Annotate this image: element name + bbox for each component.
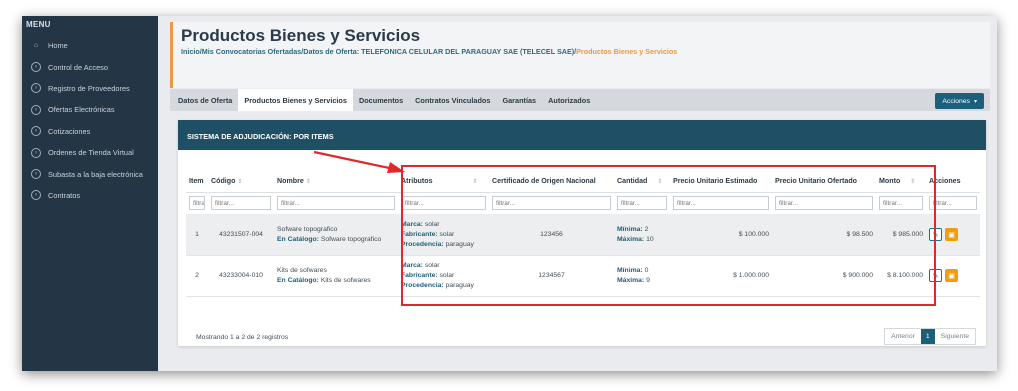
sidebar-item-label: Registro de Proveedores <box>48 83 130 93</box>
filter-item-input[interactable] <box>189 196 205 210</box>
tab-garantias[interactable]: Garantías <box>496 89 542 111</box>
sidebar-item-contratos[interactable]: › Contratos <box>22 185 158 206</box>
menu-label: MENU <box>26 20 51 29</box>
trash-icon: ▣ <box>948 231 955 239</box>
breadcrumb-inicio[interactable]: Inicio <box>181 47 200 56</box>
col-codigo[interactable]: Código ⇕ <box>208 170 274 193</box>
sidebar-item-label: Contratos <box>48 190 81 200</box>
cell-item: 2 <box>186 255 208 297</box>
page-title: Productos Bienes y Servicios <box>181 26 421 45</box>
sidebar-nav: ⌂ Home › Control de Acceso › Registro de… <box>22 35 158 206</box>
sidebar-item-label: Subasta a la baja electrónica <box>48 169 143 179</box>
sidebar-item-ofertas-electronicas[interactable]: › Ofertas Electrónicas <box>22 99 158 120</box>
pagination: Anterior 1 Siguiente <box>884 328 976 345</box>
sidebar-item-label: Home <box>48 41 68 51</box>
acciones-button[interactable]: Acciones ▾ <box>935 93 984 109</box>
tab-autorizados[interactable]: Autorizados <box>542 89 596 111</box>
home-icon: ⌂ <box>33 42 39 50</box>
trash-icon: ▣ <box>948 272 955 280</box>
page-header: Productos Bienes y Servicios Inicio/Mis … <box>170 22 990 88</box>
sidebar-item-cotizaciones[interactable]: › Cotizaciones <box>22 121 158 142</box>
panel-title: SISTEMA DE ADJUDICACIÓN: POR ITEMS <box>178 120 986 150</box>
sidebar-item-subasta[interactable]: › Subasta a la baja electrónica <box>22 163 158 184</box>
tab-contratos-vinculados[interactable]: Contratos Vinculados <box>409 89 496 111</box>
records-count: Mostrando 1 a 2 de 2 registros <box>196 334 289 341</box>
caret-down-icon: ▾ <box>973 98 977 105</box>
col-item[interactable]: Item <box>186 170 208 193</box>
tab-datos-de-oferta[interactable]: Datos de Oferta <box>172 89 238 111</box>
chevron-circle-icon: › <box>31 169 41 180</box>
delete-button[interactable]: ▣ <box>945 228 958 241</box>
cell-codigo: 43231507-004 <box>208 214 274 256</box>
sidebar: MENU ⌂ Home › Control de Acceso › Regist… <box>22 16 158 371</box>
sort-icon: ⇕ <box>305 178 311 185</box>
chevron-circle-icon: › <box>31 147 41 158</box>
filter-acciones-input[interactable] <box>929 196 977 210</box>
cell-nombre: Sofware topografico En Catálogo: Sofware… <box>274 214 398 256</box>
chevron-circle-icon: › <box>31 126 41 137</box>
sidebar-item-home[interactable]: ⌂ Home <box>22 35 158 56</box>
sidebar-item-label: Cotizaciones <box>48 126 91 136</box>
delete-button[interactable]: ▣ <box>945 269 958 282</box>
tab-documentos[interactable]: Documentos <box>353 89 409 111</box>
pagination-page[interactable]: 1 <box>920 329 935 344</box>
breadcrumb-datos-oferta[interactable]: Datos de Oferta: TELEFONICA CELULAR DEL … <box>303 47 574 56</box>
chevron-circle-icon: › <box>31 83 41 94</box>
pagination-prev[interactable]: Anterior <box>885 329 921 344</box>
pagination-next[interactable]: Siguiente <box>935 329 975 344</box>
chevron-circle-icon: › <box>31 190 41 201</box>
cell-item: 1 <box>186 214 208 256</box>
tab-list: Datos de Oferta Productos Bienes y Servi… <box>172 89 596 111</box>
sidebar-item-control-de-acceso[interactable]: › Control de Acceso <box>22 56 158 77</box>
cell-nombre: Kits de sofwares En Catálogo: Kits de so… <box>274 255 398 297</box>
cell-codigo: 43233004-010 <box>208 255 274 297</box>
breadcrumb: Inicio/Mis Convocatorias Ofertadas/Datos… <box>181 47 677 56</box>
acciones-label: Acciones <box>942 97 970 105</box>
sidebar-item-label: Control de Acceso <box>48 62 108 72</box>
tab-productos-bienes-servicios[interactable]: Productos Bienes y Servicios <box>238 89 353 111</box>
annotation-arrow <box>313 150 405 173</box>
tabs-bar: Datos de Oferta Productos Bienes y Servi… <box>170 89 990 111</box>
filter-nombre-input[interactable] <box>277 196 395 210</box>
filter-codigo-input[interactable] <box>211 196 271 210</box>
annotation-highlight-box <box>401 165 936 306</box>
chevron-circle-icon: › <box>31 62 41 73</box>
sort-icon: ⇕ <box>237 178 243 185</box>
breadcrumb-convocatorias[interactable]: Mis Convocatorias Ofertadas <box>202 47 301 56</box>
sidebar-item-label: Ofertas Electrónicas <box>48 105 115 115</box>
sidebar-item-registro-de-proveedores[interactable]: › Registro de Proveedores <box>22 78 158 99</box>
breadcrumb-current: Productos Bienes y Servicios <box>576 47 678 56</box>
sidebar-item-label: Ordenes de Tienda Virtual <box>48 148 134 158</box>
chevron-circle-icon: › <box>31 104 41 115</box>
sidebar-item-ordenes-de-tienda-virtual[interactable]: › Ordenes de Tienda Virtual <box>22 142 158 163</box>
